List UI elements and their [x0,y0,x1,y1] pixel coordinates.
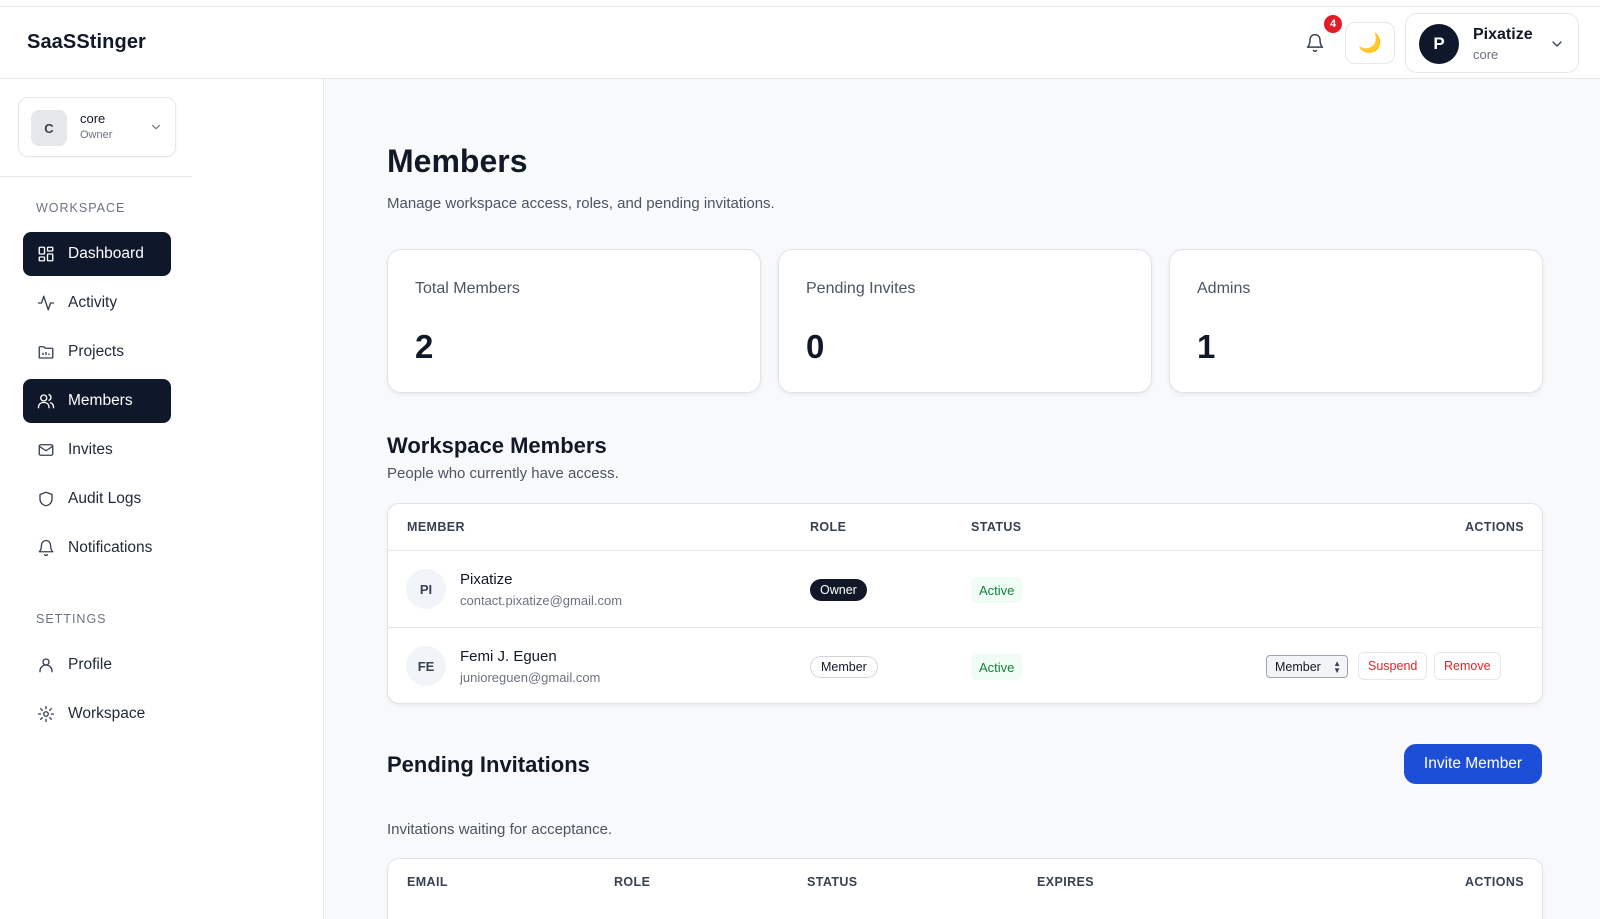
workspace-role: Owner [80,129,113,141]
column-header-member: MEMBER [407,520,465,534]
role-select-value: Member [1275,659,1321,674]
gear-icon [36,704,56,724]
avatar: PI [406,569,446,609]
folder-icon [36,342,56,362]
status-badge: Active [971,654,1023,680]
page-title: Members [387,143,528,179]
sidebar-item-notifications[interactable]: Notifications [23,526,171,570]
sidebar-item-workspace[interactable]: Workspace [23,692,171,736]
member-email: contact.pixatize@gmail.com [460,593,623,608]
sidebar-item-label: Dashboard [68,245,144,262]
notification-count-badge: 4 [1324,15,1342,33]
bell-icon [36,538,56,558]
top-header: SaaSStinger 4 🌙 P Pixatize core [0,7,1600,79]
chevron-down-icon [1552,41,1562,47]
column-header-email: EMAIL [407,875,448,889]
sidebar-item-projects[interactable]: Projects [23,330,171,374]
notifications-button[interactable] [1302,30,1328,56]
page-subtitle: Manage workspace access, roles, and pend… [387,195,775,212]
sidebar-item-audit-logs[interactable]: Audit Logs [23,477,171,521]
workspace-members-subtitle: People who currently have access. [387,465,619,482]
sidebar-item-activity[interactable]: Activity [23,281,171,325]
column-header-actions: ACTIONS [1464,520,1524,534]
theme-toggle-button[interactable]: 🌙 [1345,22,1395,64]
sidebar-item-label: Audit Logs [68,490,142,507]
shield-icon [36,489,56,509]
mail-icon [36,440,56,460]
stat-value: 1 [1197,328,1216,365]
avatar: FE [406,646,446,686]
workspace-avatar: C [31,110,67,146]
invitations-table: EMAIL ROLE STATUS EXPIRES ACTIONS [387,858,1543,919]
section-label-settings: SETTINGS [36,612,107,626]
section-label-workspace: WORKSPACE [36,201,126,215]
users-icon [36,391,56,411]
sidebar-item-label: Profile [68,656,112,673]
sidebar-divider [0,176,192,177]
sidebar-item-label: Invites [68,441,113,458]
column-header-status: STATUS [807,875,858,889]
invite-member-button[interactable]: Invite Member [1404,744,1542,784]
user-workspace: core [1473,47,1499,62]
sidebar-item-dashboard[interactable]: Dashboard [23,232,171,276]
user-name: Pixatize [1473,26,1533,43]
table-row: PI Pixatize contact.pixatize@gmail.com O… [388,550,1542,627]
stat-label: Admins [1197,280,1251,297]
user-icon [36,655,56,675]
sidebar: C core Owner WORKSPACE Dashboard Activit… [0,79,324,919]
stat-label: Pending Invites [806,280,916,297]
moon-icon: 🌙 [1358,33,1382,54]
stat-card-total-members: Total Members 2 [387,249,761,393]
stat-value: 0 [806,328,825,365]
avatar: P [1419,24,1459,64]
column-header-role: ROLE [810,520,847,534]
column-header-actions: ACTIONS [1464,875,1524,889]
role-badge: Member [810,656,878,678]
activity-icon [36,293,56,313]
stat-value: 2 [415,328,434,365]
sidebar-item-label: Activity [68,294,118,311]
stat-card-pending-invites: Pending Invites 0 [778,249,1152,393]
member-name: Pixatize [460,571,513,588]
main-content: Members Manage workspace access, roles, … [325,79,1600,919]
sidebar-item-invites[interactable]: Invites [23,428,171,472]
sidebar-item-members[interactable]: Members [23,379,171,423]
column-header-expires: EXPIRES [1037,875,1094,889]
column-header-role: ROLE [614,875,651,889]
role-select[interactable]: Member ▲ ▼ [1266,655,1348,678]
select-arrows-icon: ▲ ▼ [1333,659,1341,675]
stat-label: Total Members [415,280,520,297]
sidebar-item-label: Notifications [68,539,153,556]
dashboard-icon [36,244,56,264]
suspend-button[interactable]: Suspend [1358,652,1428,680]
table-row: FE Femi J. Eguen junioreguen@gmail.com M… [388,627,1542,703]
top-strip [0,0,1600,7]
remove-button[interactable]: Remove [1434,652,1501,680]
stat-card-admins: Admins 1 [1169,249,1543,393]
sidebar-item-profile[interactable]: Profile [23,643,171,687]
chevron-down-icon [151,124,161,130]
sidebar-item-label: Projects [68,343,124,360]
sidebar-item-label: Members [68,392,133,409]
bell-icon [1306,33,1324,53]
sidebar-item-label: Workspace [68,705,146,722]
member-name: Femi J. Eguen [460,648,557,665]
workspace-name: core [80,111,106,126]
status-badge: Active [971,577,1023,603]
column-header-status: STATUS [971,520,1022,534]
workspace-members-title: Workspace Members [387,433,607,458]
pending-invitations-title: Pending Invitations [387,752,590,777]
user-menu-button[interactable]: P Pixatize core [1405,13,1579,73]
members-table: MEMBER ROLE STATUS ACTIONS PI Pixatize c… [387,503,1543,704]
workspace-switcher[interactable]: C core Owner [18,97,176,157]
pending-invitations-subtitle: Invitations waiting for acceptance. [387,821,613,838]
brand-logo[interactable]: SaaSStinger [27,31,146,54]
role-badge: Owner [810,579,867,601]
member-email: junioreguen@gmail.com [460,670,601,685]
